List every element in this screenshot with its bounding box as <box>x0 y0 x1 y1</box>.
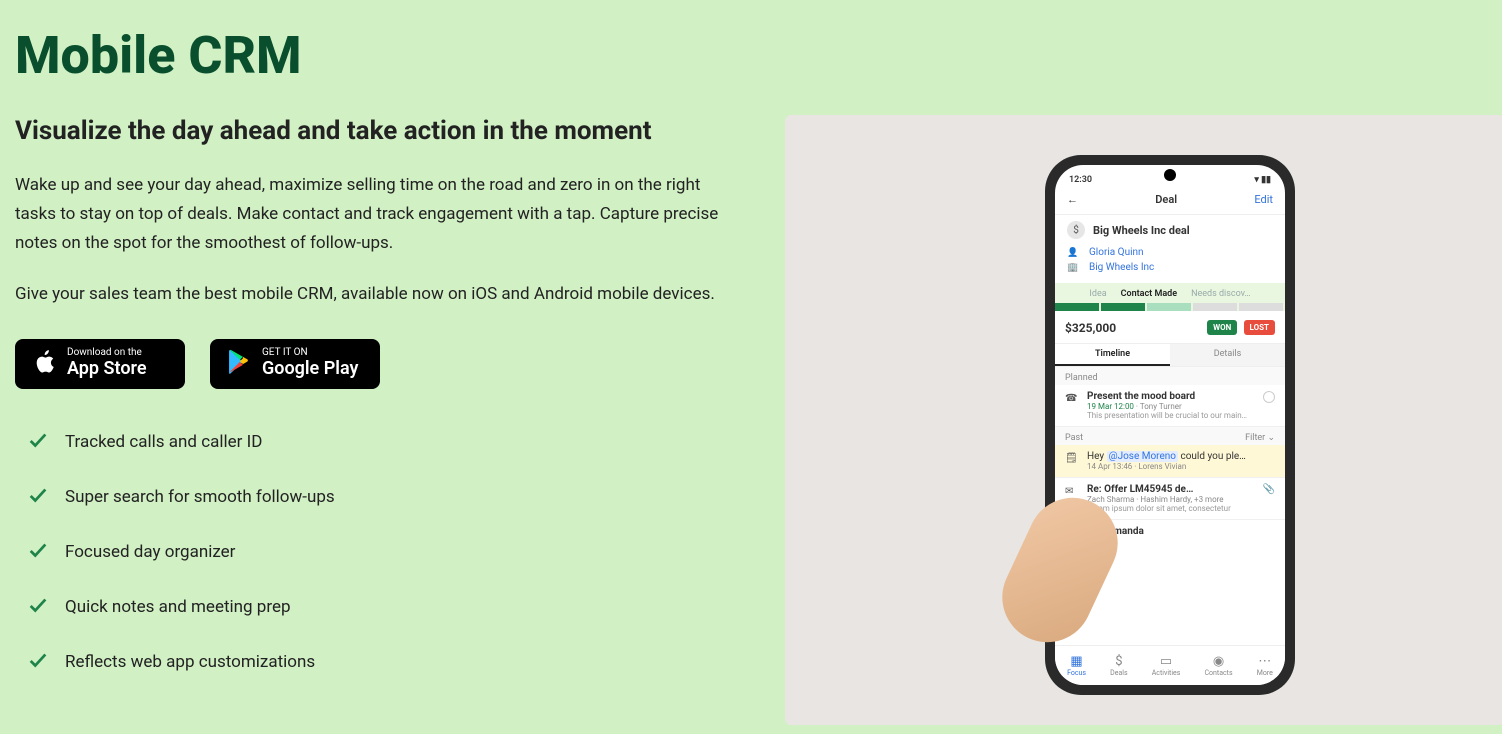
person-icon: 👤 <box>1067 248 1081 258</box>
feature-item: Reflects web app customizations <box>27 649 735 676</box>
nav-activities[interactable]: ▭Activities <box>1152 654 1181 677</box>
nav-more[interactable]: ⋯More <box>1257 654 1273 677</box>
email-desc: Lorem ipsum dolor sit amet, consectetur <box>1087 504 1255 513</box>
app-store-button[interactable]: Download on the App Store <box>15 339 185 389</box>
check-icon <box>27 649 49 676</box>
activity-title: Present the mood board <box>1087 391 1255 402</box>
building-icon: 🏢 <box>1067 263 1081 273</box>
feature-list: Tracked calls and caller ID Super search… <box>15 429 735 676</box>
deals-icon: $ <box>1110 654 1127 669</box>
email-meta: Zach Sharma · Hashim Hardy, +3 more <box>1087 495 1255 504</box>
mention: @Jose Moreno <box>1107 451 1178 462</box>
check-icon <box>27 484 49 511</box>
back-arrow-icon[interactable]: ← <box>1067 193 1078 206</box>
activity-time: 19 Mar 12:00 <box>1087 402 1134 411</box>
check-icon <box>27 539 49 566</box>
activity-desc: This presentation will be crucial to our… <box>1087 411 1255 420</box>
planned-activity[interactable]: ☎ Present the mood board 19 Mar 12:00 · … <box>1055 385 1285 427</box>
feature-item: Tracked calls and caller ID <box>27 429 735 456</box>
google-play-big-text: Google Play <box>262 358 358 380</box>
feature-item: Super search for smooth follow-ups <box>27 484 735 511</box>
google-play-icon <box>226 349 252 379</box>
contact-name: Gloria Quinn <box>1089 247 1144 258</box>
edit-button[interactable]: Edit <box>1254 193 1273 206</box>
check-icon <box>27 594 49 621</box>
bottom-nav: ▦Focus $Deals ▭Activities ◉Contacts ⋯Mor… <box>1055 645 1285 685</box>
screen-title: Deal <box>1155 193 1177 206</box>
org-name: Big Wheels Inc <box>1089 262 1154 273</box>
tab-details[interactable]: Details <box>1170 344 1285 366</box>
hero-paragraph-2: Give your sales team the best mobile CRM… <box>15 280 735 309</box>
feature-text: Reflects web app customizations <box>65 652 315 672</box>
pipeline-stages: Idea Contact Made Needs discov… <box>1055 283 1285 311</box>
feature-text: Quick notes and meeting prep <box>65 597 291 617</box>
call-icon: ☎ <box>1065 391 1079 420</box>
pipeline-next: Needs discov… <box>1191 289 1251 299</box>
contact-link[interactable]: 👤 Gloria Quinn <box>1055 245 1285 260</box>
feature-item: Focused day organizer <box>27 539 735 566</box>
focus-icon: ▦ <box>1067 654 1086 669</box>
deal-name: Big Wheels Inc deal <box>1093 224 1190 237</box>
status-icons: ▾ ▮▮ <box>1254 175 1271 185</box>
page-subtitle: Visualize the day ahead and take action … <box>15 116 735 146</box>
note-suffix: could you ple… <box>1178 451 1246 462</box>
page-title: Mobile CRM <box>15 25 735 86</box>
dollar-icon: $ <box>1067 221 1085 239</box>
app-store-small-text: Download on the <box>67 348 147 358</box>
won-button[interactable]: WON <box>1207 320 1237 335</box>
org-link[interactable]: 🏢 Big Wheels Inc <box>1055 260 1285 275</box>
pipeline-prev: Idea <box>1089 289 1106 299</box>
activities-icon: ▭ <box>1152 654 1181 669</box>
more-icon: ⋯ <box>1257 654 1273 669</box>
note-prefix: Hey <box>1087 451 1107 462</box>
google-play-button[interactable]: GET IT ON Google Play <box>210 339 380 389</box>
hero-paragraph-1: Wake up and see your day ahead, maximize… <box>15 171 735 258</box>
past-note[interactable]: 🗒 Hey @Jose Moreno could you ple… 14 Apr… <box>1055 445 1285 478</box>
filter-button[interactable]: Filter ⌄ <box>1245 433 1275 443</box>
email-title: Re: Offer LM45945 de… <box>1087 484 1255 495</box>
phone-mockup-image: 12:30 ▾ ▮▮ ← Deal Edit $ Big Wheels Inc … <box>785 115 1502 725</box>
apple-icon <box>31 348 57 380</box>
feature-text: Focused day organizer <box>65 542 235 562</box>
nav-deals[interactable]: $Deals <box>1110 654 1127 677</box>
feature-text: Tracked calls and caller ID <box>65 432 262 452</box>
planned-section-label: Planned <box>1055 367 1285 385</box>
radio-circle-icon[interactable] <box>1263 391 1275 403</box>
deal-amount: $325,000 <box>1065 321 1116 335</box>
note-icon: 🗒 <box>1065 451 1079 471</box>
tab-timeline[interactable]: Timeline <box>1055 344 1170 366</box>
past-section-label: Past <box>1065 433 1083 443</box>
status-time: 12:30 <box>1069 175 1092 185</box>
app-store-big-text: App Store <box>67 358 147 380</box>
google-play-small-text: GET IT ON <box>262 348 358 358</box>
lost-button[interactable]: LOST <box>1244 320 1275 335</box>
activity-owner: Tony Turner <box>1140 402 1182 411</box>
check-icon <box>27 429 49 456</box>
pipeline-current: Contact Made <box>1121 289 1177 299</box>
attachment-icon: 📎 <box>1263 484 1275 513</box>
contacts-icon: ◉ <box>1205 654 1233 669</box>
nav-focus[interactable]: ▦Focus <box>1067 654 1086 677</box>
phone-notch <box>1164 169 1176 181</box>
note-meta: 14 Apr 13:46 · Lorens Vivian <box>1087 462 1275 471</box>
nav-contacts[interactable]: ◉Contacts <box>1205 654 1233 677</box>
feature-text: Super search for smooth follow-ups <box>65 487 335 507</box>
feature-item: Quick notes and meeting prep <box>27 594 735 621</box>
